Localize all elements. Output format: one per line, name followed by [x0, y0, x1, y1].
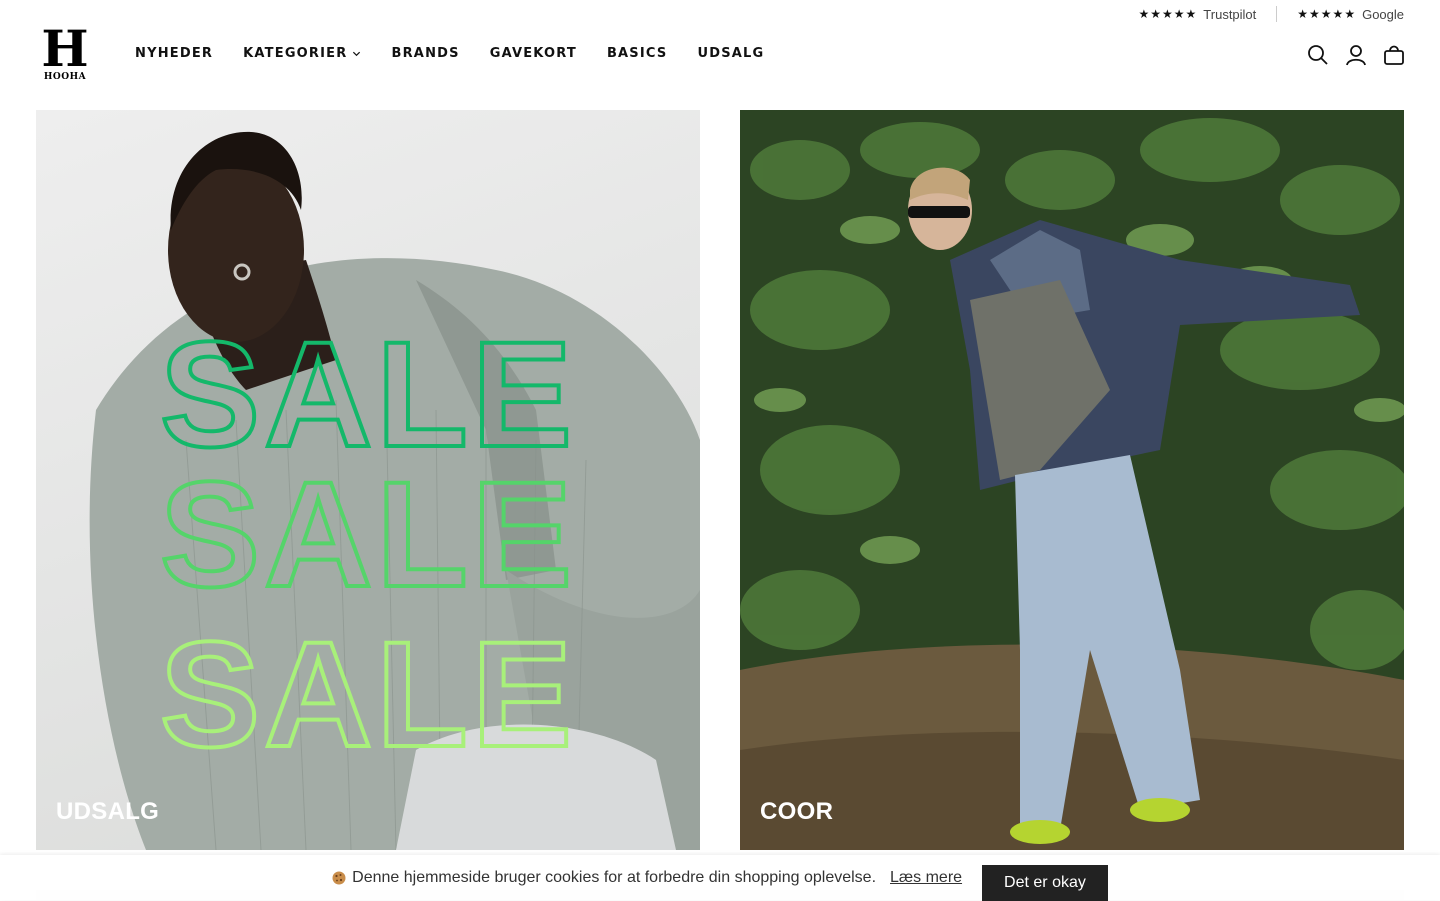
logo[interactable]: H HOOHA [40, 19, 90, 84]
tile-label: COOR [760, 798, 834, 825]
sale-text: SALE [160, 450, 576, 618]
read-more-link[interactable]: Læs mere [890, 869, 962, 887]
search-icon[interactable] [1306, 43, 1330, 67]
nav-label: GAVEKORT [489, 46, 577, 61]
nav-label: KATEGORIER [243, 46, 348, 61]
nav-label: BASICS [606, 46, 668, 61]
divider [1276, 6, 1278, 22]
tile-label: UDSALG [56, 798, 160, 825]
nav-item-nyheder[interactable]: NYHEDER [135, 46, 213, 61]
nav-label: BRANDS [391, 46, 460, 61]
nav-item-brands[interactable]: BRANDS [391, 46, 459, 61]
stars-icon: ★★★★★ [1138, 7, 1198, 21]
nav-item-udsalg[interactable]: UDSALG [697, 46, 764, 61]
nav-item-kategorier[interactable]: KATEGORIER [243, 46, 361, 61]
ratings-bar: ★★★★★ Trustpilot ★★★★★ Google [1139, 6, 1404, 22]
account-icon[interactable] [1344, 43, 1368, 67]
nav-label: NYHEDER [135, 46, 214, 61]
cookie-text: Denne hjemmeside bruger cookies for at f… [352, 868, 877, 886]
collection-tile-coor[interactable]: COOR [740, 110, 1404, 850]
stars-icon: ★★★★★ [1297, 7, 1357, 21]
header-icons [1306, 43, 1406, 67]
nav-item-basics[interactable]: BASICS [607, 46, 668, 61]
rating-label: Trustpilot [1203, 6, 1257, 22]
main-nav: NYHEDER KATEGORIER BRANDS GAVEKORT BASIC… [135, 46, 794, 61]
nav-item-gavekort[interactable]: GAVEKORT [490, 46, 577, 61]
nav-label: UDSALG [697, 46, 765, 61]
rating-trustpilot[interactable]: ★★★★★ Trustpilot [1139, 7, 1257, 22]
chevron-down-icon [353, 51, 361, 57]
cookie-banner: Denne hjemmeside bruger cookies for at f… [0, 855, 1440, 901]
sale-text: SALE [160, 610, 576, 778]
logo-text: HOOHA [43, 72, 87, 82]
cookie-icon [332, 871, 346, 884]
rating-google[interactable]: ★★★★★ Google [1297, 7, 1404, 22]
cookie-message: Denne hjemmeside bruger cookies for at f… [332, 869, 962, 887]
collection-tile-udsalg[interactable]: SALE SALE SALE UDSALG [36, 110, 700, 850]
sale-overlay-text: SALE SALE SALE [158, 308, 576, 780]
cart-icon[interactable] [1382, 43, 1406, 67]
model-photo [740, 110, 1404, 850]
rating-label: Google [1362, 6, 1404, 22]
logo-mark: H [41, 19, 89, 78]
accept-cookies-button[interactable]: Det er okay [982, 864, 1108, 901]
